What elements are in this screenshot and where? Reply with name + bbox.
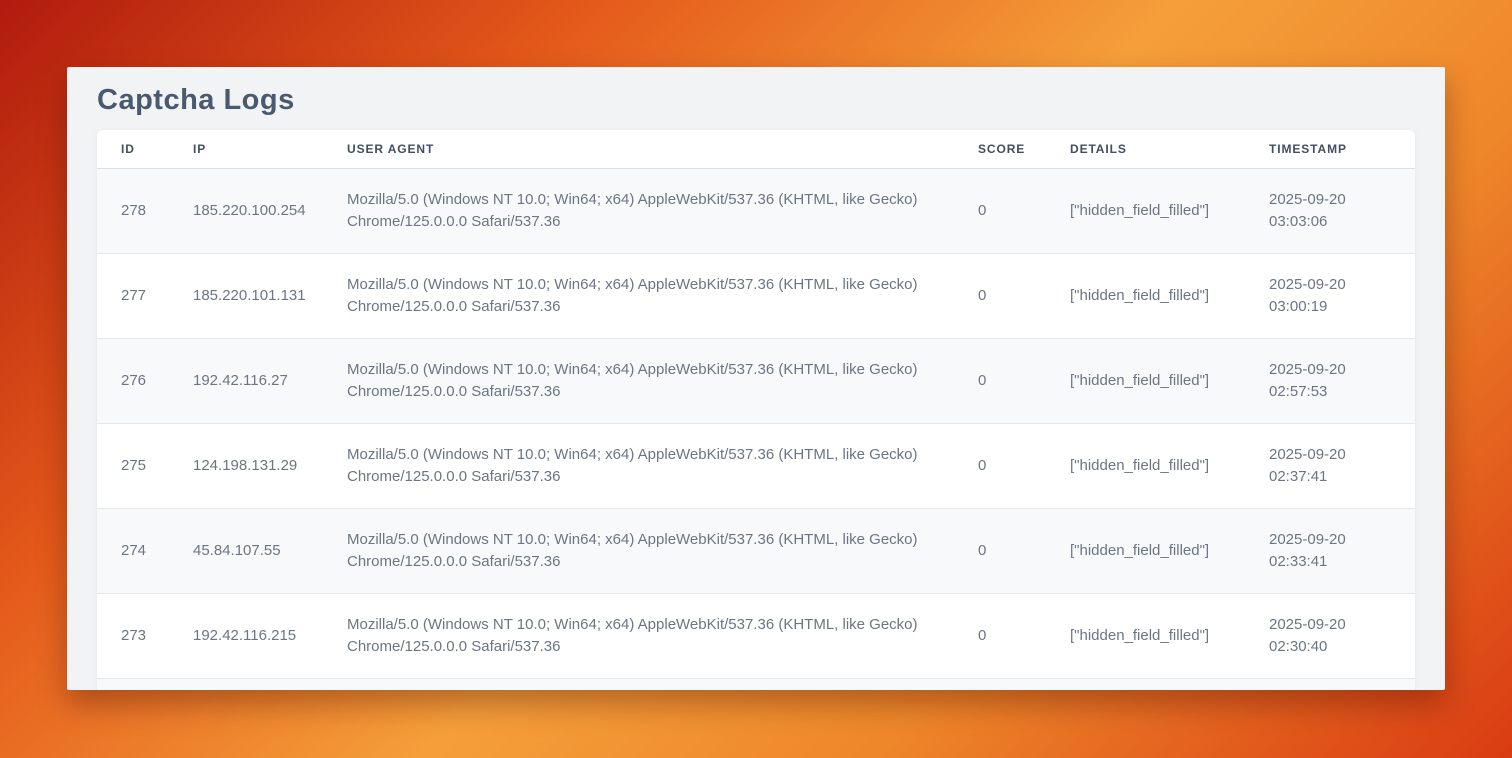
cell-score: 0 [954,679,1046,691]
cell-user-agent: Mozilla/5.0 (Windows NT 10.0; Win64; x64… [323,679,954,691]
cell-timestamp: 2025-09-20 03:00:19 [1245,254,1415,339]
column-header-timestamp: TIMESTAMP [1245,130,1415,169]
cell-id: 278 [97,169,169,254]
column-header-details: DETAILS [1046,130,1245,169]
page-background: Captcha Logs ID IP USER AGENT SCORE [0,0,1512,758]
cell-score: 0 [954,169,1046,254]
column-header-user-agent: USER AGENT [323,130,954,169]
captcha-logs-card: Captcha Logs ID IP USER AGENT SCORE [67,67,1445,690]
table-row: 275 124.198.131.29 Mozilla/5.0 (Windows … [97,424,1415,509]
cell-ip: 192.42.116.215 [169,594,323,679]
cell-ip: 192.42.116.27 [169,339,323,424]
cell-user-agent: Mozilla/5.0 (Windows NT 10.0; Win64; x64… [323,509,954,594]
table-row: 273 192.42.116.215 Mozilla/5.0 (Windows … [97,594,1415,679]
cell-ip: 124.198.131.29 [169,424,323,509]
cell-id: 273 [97,594,169,679]
cell-score: 0 [954,339,1046,424]
table-body: 278 185.220.100.254 Mozilla/5.0 (Windows… [97,169,1415,691]
cell-details: ["hidden_field_filled"] [1046,424,1245,509]
table-header: ID IP USER AGENT SCORE DETAILS TIMESTAMP [97,130,1415,169]
column-header-score: SCORE [954,130,1046,169]
table-row: 276 192.42.116.27 Mozilla/5.0 (Windows N… [97,339,1415,424]
cell-user-agent: Mozilla/5.0 (Windows NT 10.0; Win64; x64… [323,339,954,424]
cell-ip: 185.100.87.250 [169,679,323,691]
table-row: 274 45.84.107.55 Mozilla/5.0 (Windows NT… [97,509,1415,594]
cell-ip: 185.220.101.131 [169,254,323,339]
cell-details: ["hidden_field_filled"] [1046,339,1245,424]
cell-score: 0 [954,509,1046,594]
cell-timestamp: 2025-09-20 03:03:06 [1245,169,1415,254]
cell-timestamp: 2025-09-20 02:37:41 [1245,424,1415,509]
table-header-row: ID IP USER AGENT SCORE DETAILS TIMESTAMP [97,130,1415,169]
cell-id: 275 [97,424,169,509]
cell-timestamp: 2025-09-20 02:29:40 [1245,679,1415,691]
cell-score: 0 [954,424,1046,509]
cell-id: 277 [97,254,169,339]
cell-ip: 45.84.107.55 [169,509,323,594]
cell-details: ["hidden_field_filled"] [1046,509,1245,594]
cell-details: ["hidden_field_filled"] [1046,254,1245,339]
logs-table-container[interactable]: ID IP USER AGENT SCORE DETAILS TIMESTAMP… [97,130,1415,690]
cell-id: 276 [97,339,169,424]
cell-timestamp: 2025-09-20 02:57:53 [1245,339,1415,424]
cell-id: 274 [97,509,169,594]
cell-score: 0 [954,254,1046,339]
page-title: Captcha Logs [67,67,1445,117]
cell-user-agent: Mozilla/5.0 (Windows NT 10.0; Win64; x64… [323,594,954,679]
cell-user-agent: Mozilla/5.0 (Windows NT 10.0; Win64; x64… [323,424,954,509]
table-row: 272 185.100.87.250 Mozilla/5.0 (Windows … [97,679,1415,691]
cell-timestamp: 2025-09-20 02:33:41 [1245,509,1415,594]
cell-score: 0 [954,594,1046,679]
column-header-ip: IP [169,130,323,169]
cell-timestamp: 2025-09-20 02:30:40 [1245,594,1415,679]
cell-user-agent: Mozilla/5.0 (Windows NT 10.0; Win64; x64… [323,254,954,339]
cell-id: 272 [97,679,169,691]
cell-ip: 185.220.100.254 [169,169,323,254]
logs-table: ID IP USER AGENT SCORE DETAILS TIMESTAMP… [97,130,1415,690]
cell-details: ["hidden_field_filled"] [1046,169,1245,254]
column-header-id: ID [97,130,169,169]
table-row: 277 185.220.101.131 Mozilla/5.0 (Windows… [97,254,1415,339]
cell-user-agent: Mozilla/5.0 (Windows NT 10.0; Win64; x64… [323,169,954,254]
cell-details: ["hidden_field_filled"] [1046,594,1245,679]
cell-details: ["hidden_field_filled"] [1046,679,1245,691]
table-row: 278 185.220.100.254 Mozilla/5.0 (Windows… [97,169,1415,254]
